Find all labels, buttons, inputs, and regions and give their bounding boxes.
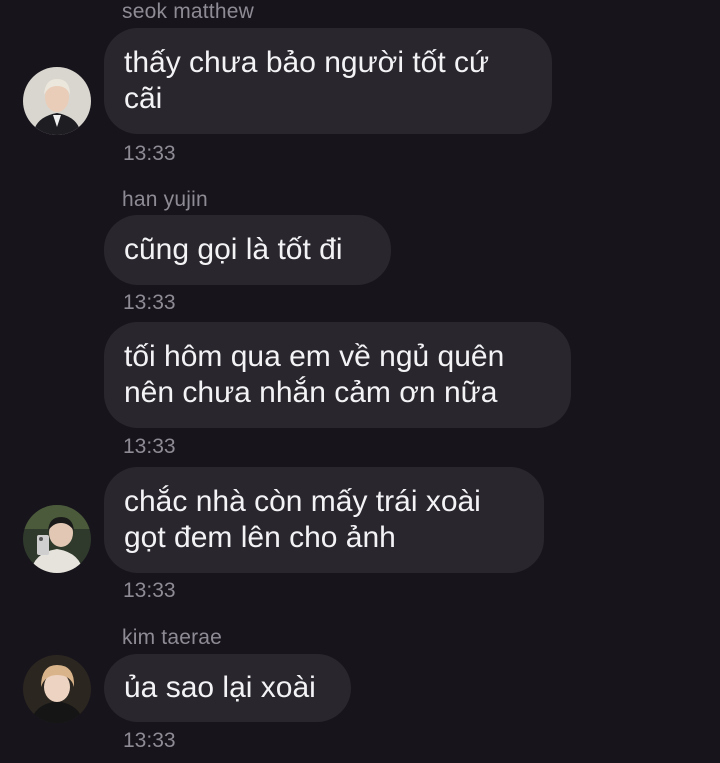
message-line: chắc nhà còn mấy trái xoài <box>124 485 481 518</box>
message-line: tối hôm qua em về ngủ quên <box>124 340 505 373</box>
message-bubble[interactable]: cũng gọi là tốt đi <box>104 215 391 285</box>
message-line: nên chưa nhắn cảm ơn nữa <box>124 376 498 409</box>
message-line: ủa sao lại xoài <box>124 671 316 704</box>
sender-name: kim taerae <box>122 626 223 649</box>
sender-name: han yujin <box>122 188 208 211</box>
message-line: cũng gọi là tốt đi <box>124 233 343 266</box>
message-line: gọt đem lên cho ảnh <box>124 521 396 554</box>
sender-name: seok matthew <box>122 0 254 23</box>
avatar[interactable] <box>23 67 91 135</box>
message-bubble[interactable]: tối hôm qua em về ngủ quên nên chưa nhắn… <box>104 322 571 428</box>
avatar-han-yujin-icon <box>23 505 91 573</box>
avatar-kim-taerae-icon <box>23 655 91 723</box>
message-bubble[interactable]: ủa sao lại xoài <box>104 654 351 722</box>
message-bubble[interactable]: thấy chưa bảo người tốt cứ cãi <box>104 28 552 134</box>
avatar[interactable] <box>23 505 91 573</box>
message-time: 13:33 <box>123 435 176 458</box>
avatar[interactable] <box>23 655 91 723</box>
message-time: 13:33 <box>123 579 176 602</box>
message-time: 13:33 <box>123 291 176 314</box>
message-time: 13:33 <box>123 729 176 752</box>
message-line: cãi <box>124 82 163 115</box>
message-time: 13:33 <box>123 142 176 165</box>
message-line: thấy chưa bảo người tốt cứ <box>124 46 490 79</box>
avatar-seok-matthew-icon <box>23 67 91 135</box>
message-bubble[interactable]: chắc nhà còn mấy trái xoài gọt đem lên c… <box>104 467 544 573</box>
